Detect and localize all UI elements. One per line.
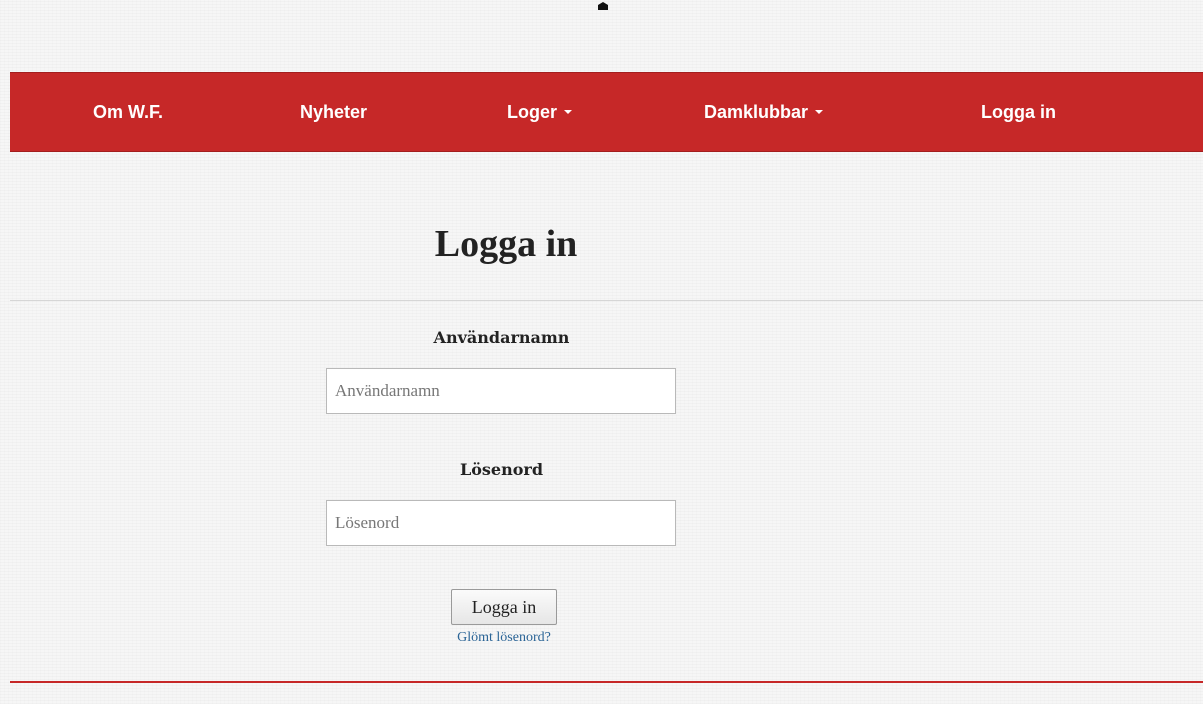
nav-item-label: Om W.F.: [93, 102, 164, 122]
nav-item-logga-in[interactable]: Logga in: [981, 73, 1056, 151]
nav-item-loger[interactable]: Loger: [507, 73, 573, 151]
nav-item-om-wf[interactable]: Om W.F.: [93, 73, 163, 151]
nav-item-label: Damklubbar: [704, 102, 809, 122]
username-label: Användarnamn: [433, 328, 570, 347]
password-input[interactable]: [326, 500, 676, 546]
main-navbar: Om W.F. Nyheter Loger Damklubbar Logga i…: [10, 72, 1203, 152]
nav-item-nyheter[interactable]: Nyheter: [300, 73, 367, 151]
footer-divider: [10, 681, 1203, 683]
nav-item-label: Logga in: [981, 102, 1056, 122]
page-title: Logga in: [434, 223, 578, 265]
login-submit-button[interactable]: Logga in: [451, 589, 557, 625]
caret-down-icon: [564, 110, 573, 115]
nav-item-label: Nyheter: [300, 102, 368, 122]
username-input[interactable]: [326, 368, 676, 414]
header-logo-fragment: [598, 2, 608, 10]
caret-down-icon: [815, 110, 824, 115]
nav-item-label: Loger: [507, 102, 558, 122]
password-label: Lösenord: [459, 460, 544, 479]
nav-item-damklubbar[interactable]: Damklubbar: [704, 73, 824, 151]
title-divider: [10, 300, 1203, 301]
forgot-password-link[interactable]: Glömt lösenord?: [400, 630, 608, 646]
